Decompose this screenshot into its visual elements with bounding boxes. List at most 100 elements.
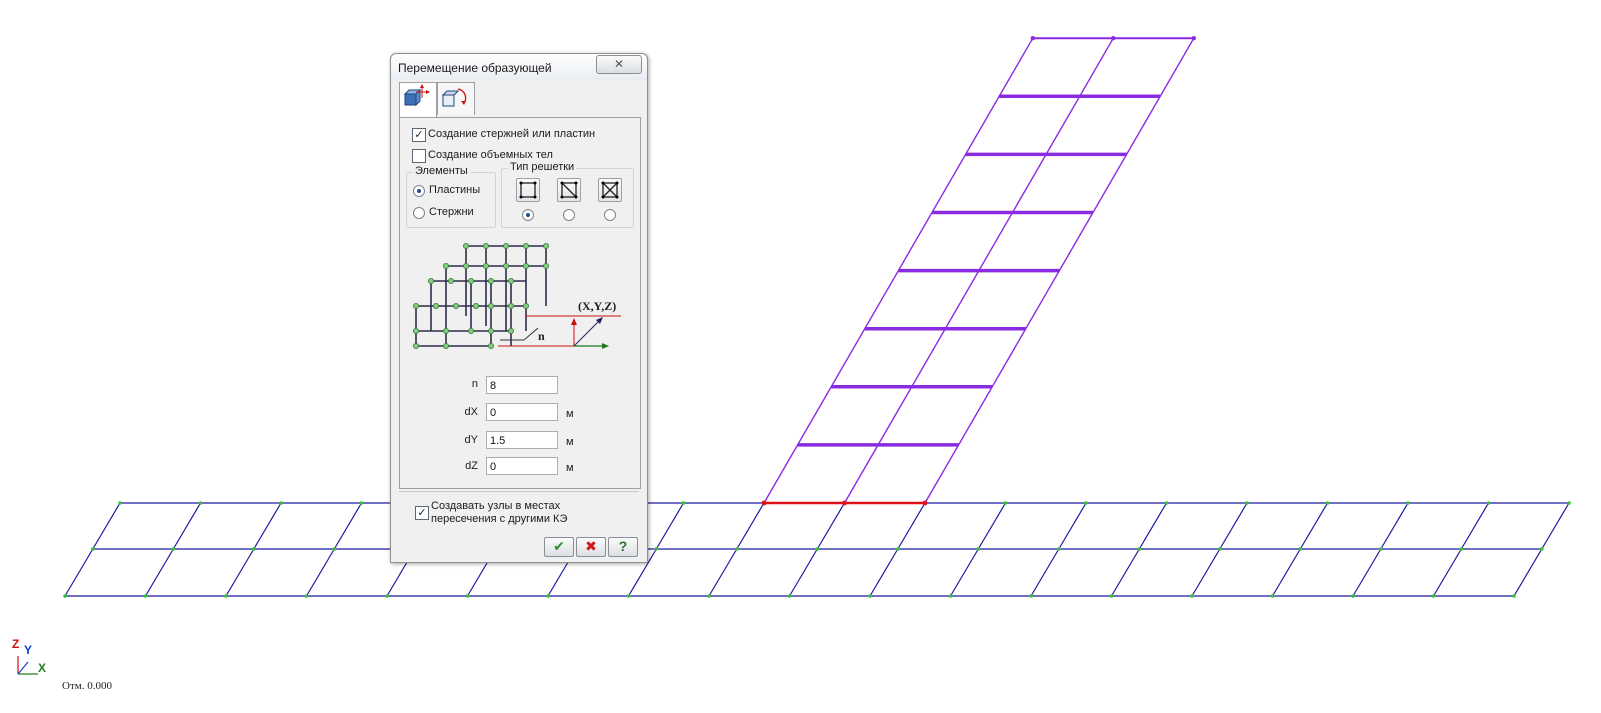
create-bars-plates-checkbox[interactable]: ✓: [412, 128, 426, 142]
dialog-footer: ✓ Создавать узлы в местах пересечения с …: [399, 491, 639, 558]
mesh-node: [1164, 501, 1169, 505]
mesh-edge: [869, 548, 899, 597]
lattice-radio-1[interactable]: [522, 209, 534, 221]
field-dy-label: dY: [464, 434, 478, 446]
mesh-node: [1325, 501, 1330, 505]
mesh-node: [842, 500, 847, 506]
mesh-node: [1245, 501, 1249, 505]
cancel-button[interactable]: ✖: [576, 537, 606, 557]
mesh-node: [868, 594, 872, 598]
mesh-node: [143, 594, 148, 598]
mesh-node: [761, 500, 767, 506]
mesh-node: [1109, 594, 1114, 598]
dy-input[interactable]: 1.5: [486, 431, 558, 449]
mesh-node: [1190, 594, 1194, 598]
mesh-node: [1056, 547, 1061, 551]
mesh-edge: [1352, 548, 1382, 597]
mesh-node: [385, 594, 389, 598]
mesh-node: [1406, 501, 1410, 505]
mesh-node: [1030, 36, 1036, 41]
mesh-node: [251, 547, 256, 551]
red-x-icon: ✖: [585, 538, 597, 554]
mesh-node: [1111, 36, 1116, 41]
mesh-node: [63, 594, 67, 598]
mesh-node: [198, 501, 203, 505]
lattice-diagonal-button[interactable]: [557, 178, 581, 202]
ok-button[interactable]: ✔: [544, 537, 574, 557]
mesh-node: [1539, 547, 1544, 551]
mesh-edge: [333, 502, 363, 550]
mesh-edge: [1271, 548, 1301, 597]
extrusion-illustration: (X,Y,Z) n: [413, 243, 621, 350]
mesh-node: [815, 547, 820, 551]
mesh-edge: [1191, 548, 1221, 597]
mesh-edge: [1513, 548, 1543, 597]
model-viewport[interactable]: [0, 0, 1601, 713]
mesh-node: [279, 501, 283, 505]
close-button[interactable]: ✕: [596, 55, 642, 74]
mesh-node: [546, 594, 550, 598]
mesh-node: [1084, 501, 1088, 505]
tab-move[interactable]: [399, 82, 437, 117]
mesh-node: [118, 501, 122, 505]
elevation-label: Отм. 0.000: [62, 680, 112, 692]
mesh-nodes: [63, 36, 1571, 598]
mesh-node: [1298, 547, 1303, 551]
mesh-edge: [977, 502, 1007, 550]
lattice-diagonal-icon: [560, 181, 578, 199]
n-input[interactable]: 8: [486, 376, 558, 394]
dx-unit: м: [566, 408, 574, 420]
mesh-node: [1270, 594, 1275, 598]
lattice-cross-icon: [601, 181, 619, 199]
check-icon: ✔: [553, 538, 565, 554]
dialog-titlebar[interactable]: Перемещение образующей ✕: [391, 54, 647, 80]
mesh-edge: [253, 502, 282, 550]
dy-unit: м: [566, 436, 574, 448]
mesh-node: [1486, 501, 1491, 505]
mesh-edge: [1058, 502, 1087, 550]
create-nodes-label-2: пересечения с другими КЭ: [431, 513, 568, 525]
create-bars-plates-label: Создание стержней или пластин: [428, 128, 596, 140]
mesh-node: [1217, 547, 1222, 551]
dx-input[interactable]: 0: [486, 403, 558, 421]
mesh-node: [1431, 594, 1436, 598]
dz-unit: м: [566, 462, 574, 474]
mesh-edge: [1380, 502, 1409, 550]
mesh-node: [332, 547, 337, 551]
dz-input[interactable]: 0: [486, 457, 558, 475]
radio-bars-label: Стержни: [429, 206, 474, 218]
n-label: n: [538, 329, 545, 343]
elements-group-title: Элементы: [413, 165, 470, 177]
create-nodes-label-1: Создавать узлы в местах: [431, 500, 561, 512]
create-nodes-checkbox[interactable]: ✓: [415, 506, 429, 520]
mesh-edge: [172, 502, 202, 550]
mesh-node: [895, 547, 900, 551]
radio-plates[interactable]: [413, 185, 425, 197]
radio-bars[interactable]: [413, 207, 425, 219]
coord-label: (X,Y,Z): [578, 299, 616, 313]
mesh-edge: [1432, 548, 1462, 597]
lattice-radio-2[interactable]: [563, 209, 575, 221]
lattice-radio-3[interactable]: [604, 209, 616, 221]
mesh-node: [1378, 547, 1383, 551]
mesh-edge: [816, 502, 846, 550]
field-dz-label: dZ: [465, 460, 478, 472]
mesh-node: [1567, 501, 1571, 505]
mesh-edge: [788, 548, 818, 597]
lattice-square-button[interactable]: [516, 178, 540, 202]
mesh-node: [1191, 36, 1197, 41]
mesh-edge: [1299, 502, 1329, 550]
mesh-node: [1512, 594, 1516, 598]
mesh-node: [1351, 594, 1355, 598]
move-generatrix-dialog: Перемещение образующей ✕ ✓ Создание стер…: [390, 53, 648, 563]
tab-rotate[interactable]: [437, 82, 475, 115]
mesh-node: [465, 594, 470, 598]
mesh-edge: [736, 502, 765, 550]
mesh-node: [922, 500, 928, 506]
create-solids-checkbox[interactable]: [412, 149, 426, 163]
axis-y-label: Y: [24, 643, 33, 657]
mesh-node: [1029, 594, 1033, 598]
mesh-edge: [1110, 548, 1140, 597]
help-button[interactable]: ?: [608, 537, 638, 557]
lattice-cross-button[interactable]: [598, 178, 622, 202]
